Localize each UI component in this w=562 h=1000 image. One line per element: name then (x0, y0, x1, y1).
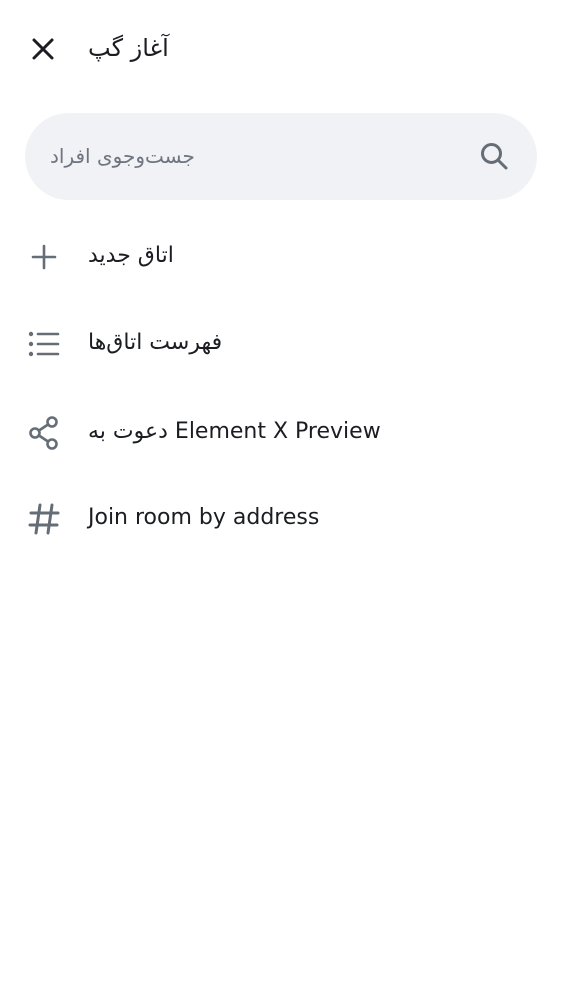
new-room-label: اتاق جدید (88, 243, 174, 268)
room-directory-item[interactable]: فهرست اتاق‌ها (0, 300, 562, 387)
top-app-bar: آغاز گپ (0, 0, 562, 96)
close-icon (31, 37, 55, 61)
invite-item[interactable]: دعوت به Element X Preview (0, 389, 562, 476)
search-icon (479, 141, 509, 171)
share-icon (26, 415, 62, 451)
list-icon (26, 326, 62, 362)
plus-icon (26, 239, 62, 275)
join-by-address-label: Join room by address (88, 505, 320, 530)
room-directory-label: فهرست اتاق‌ها (88, 330, 223, 355)
new-room-item[interactable]: اتاق جدید (0, 213, 562, 300)
search-placeholder: جست‌وجوی افراد (50, 144, 195, 168)
page-title: آغاز گپ (88, 34, 169, 62)
close-button[interactable] (20, 26, 66, 72)
join-by-address-item[interactable]: Join room by address (0, 475, 562, 562)
hash-icon (26, 501, 62, 537)
invite-label: دعوت به Element X Preview (88, 419, 381, 444)
search-people-input[interactable]: جست‌وجوی افراد (25, 113, 537, 200)
